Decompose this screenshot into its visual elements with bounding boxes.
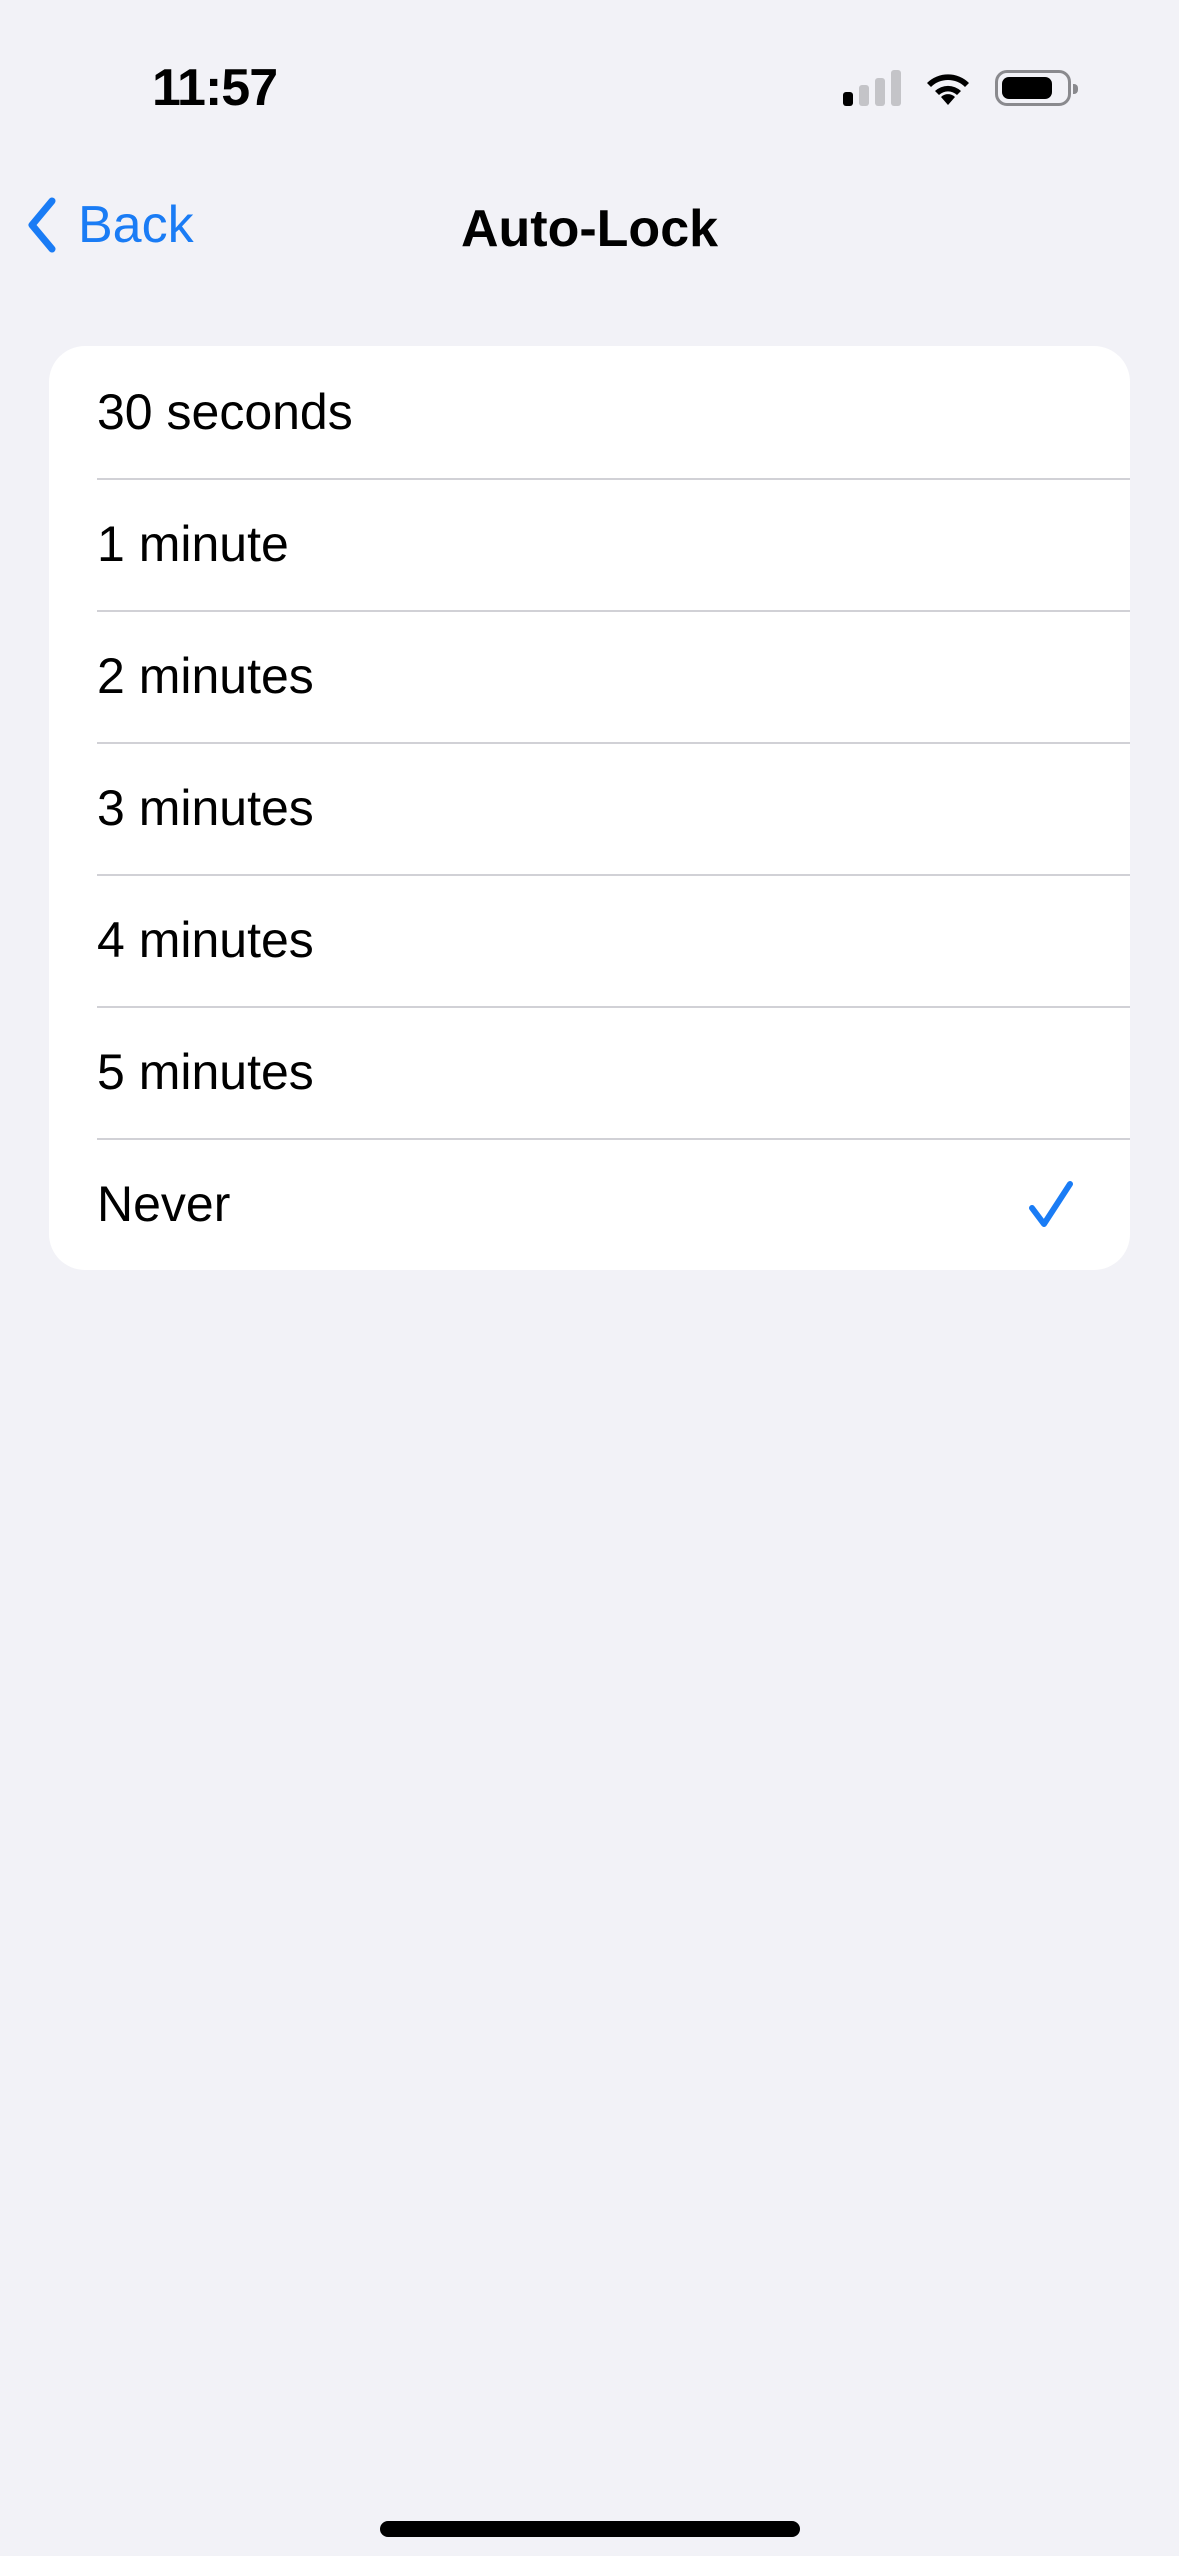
status-icons (843, 66, 1078, 110)
option-2-minutes[interactable]: 2 minutes (49, 610, 1130, 742)
option-label: 1 minute (97, 516, 289, 572)
option-label: 3 minutes (97, 780, 314, 836)
cellular-signal-icon (843, 70, 901, 106)
signal-bar (891, 70, 901, 106)
checkmark-icon (1029, 1181, 1073, 1227)
home-indicator[interactable] (380, 2521, 800, 2537)
signal-bar (859, 85, 869, 106)
option-4-minutes[interactable]: 4 minutes (49, 874, 1130, 1006)
option-label: 30 seconds (97, 384, 353, 440)
signal-bar (843, 92, 853, 106)
page-title: Auto-Lock (460, 200, 719, 258)
battery-icon (995, 70, 1078, 106)
option-1-minute[interactable]: 1 minute (49, 478, 1130, 610)
option-never[interactable]: Never (49, 1138, 1130, 1270)
wifi-icon (927, 74, 969, 105)
option-label: Never (97, 1176, 231, 1232)
navigation-bar: Back Auto-Lock (0, 185, 1179, 265)
signal-bar (875, 78, 885, 106)
status-time: 11:57 (152, 59, 278, 117)
battery-fill (1002, 77, 1052, 99)
option-3-minutes[interactable]: 3 minutes (49, 742, 1130, 874)
option-label: 5 minutes (97, 1044, 314, 1100)
option-label: 2 minutes (97, 648, 314, 704)
option-label: 4 minutes (97, 912, 314, 968)
auto-lock-options-list: 30 seconds 1 minute 2 minutes 3 minutes … (49, 346, 1130, 1270)
battery-nub (1073, 84, 1078, 94)
option-5-minutes[interactable]: 5 minutes (49, 1006, 1130, 1138)
option-30-seconds[interactable]: 30 seconds (49, 346, 1130, 478)
